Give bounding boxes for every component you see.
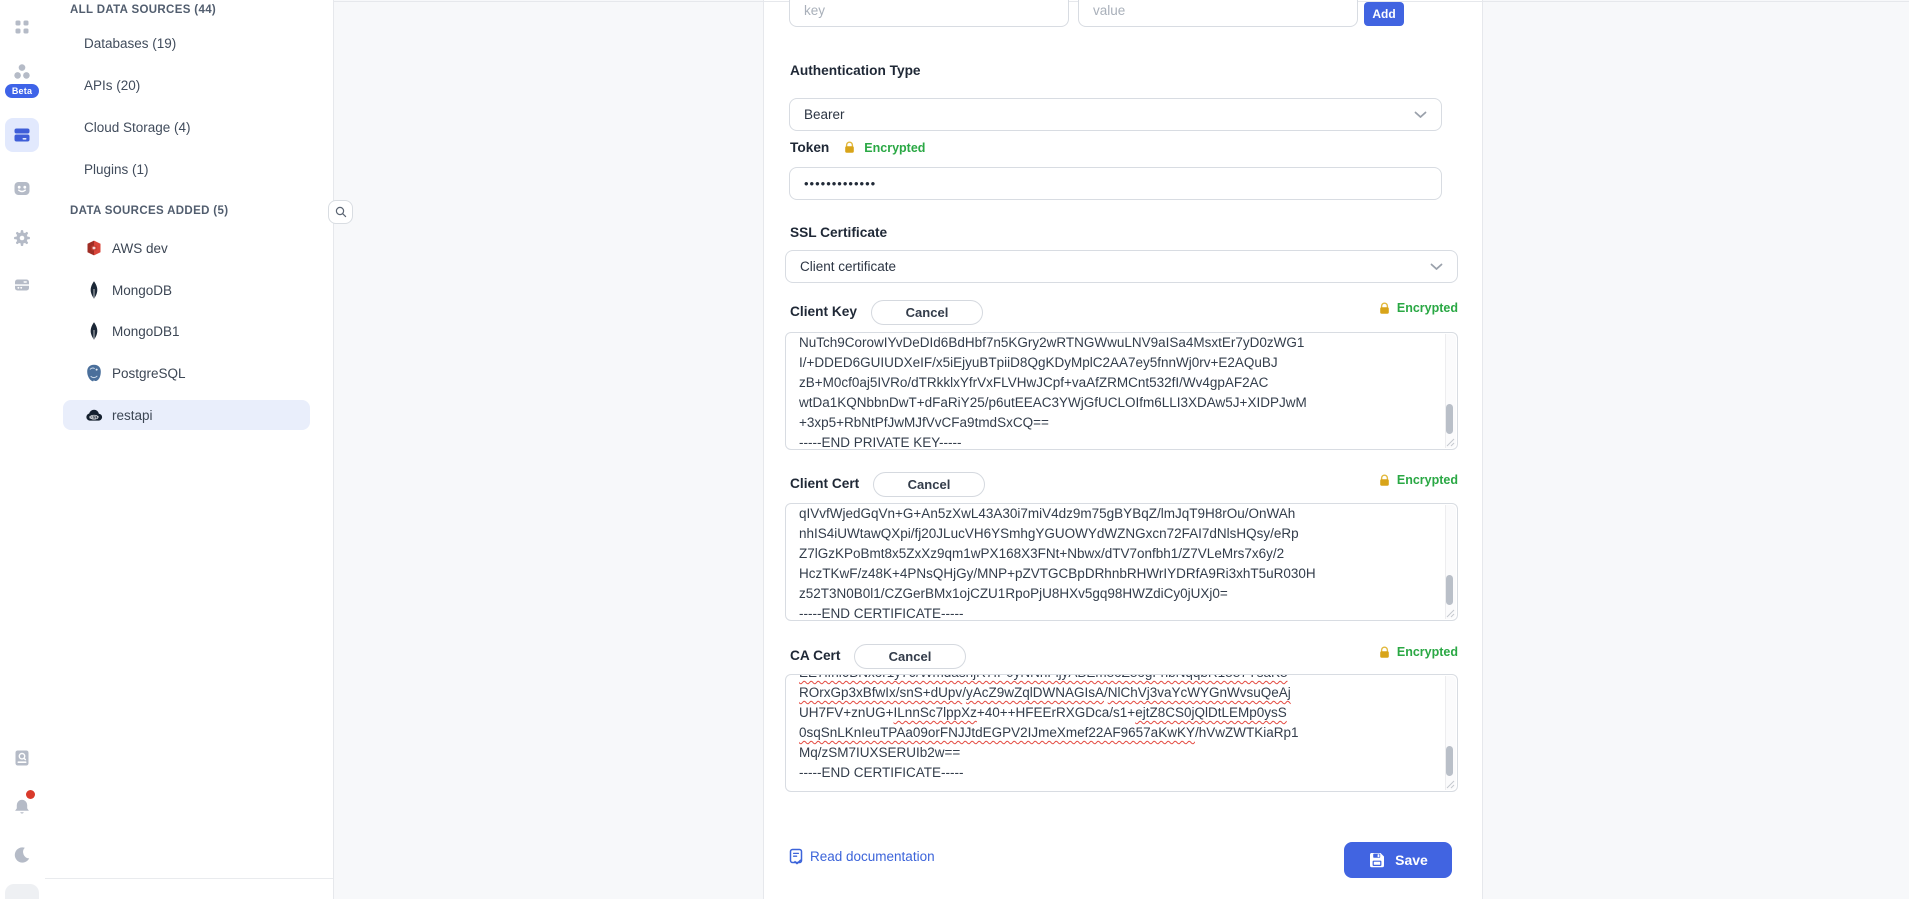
server-icon[interactable] — [5, 268, 39, 302]
ssl-certificate-select[interactable]: Client certificate — [785, 250, 1458, 283]
ca-cert-textarea[interactable]: EE7lfnl6BNxor1y76/WmdashjR7fP0yNNhFijyAB… — [785, 674, 1458, 792]
header-key-input[interactable] — [789, 0, 1069, 27]
assistant-face-icon[interactable] — [5, 171, 39, 205]
content-gap-right — [1483, 0, 1909, 899]
scrollbar-track[interactable] — [1445, 505, 1456, 619]
resize-grip[interactable] — [1445, 608, 1455, 618]
lock-icon — [843, 141, 856, 154]
resize-grip[interactable] — [1445, 437, 1455, 447]
dark-mode-moon-icon[interactable] — [5, 838, 39, 872]
document-icon — [789, 848, 804, 865]
settings-gear-icon[interactable] — [5, 221, 39, 255]
datasource-item-postgresql[interactable]: PostgreSQL — [63, 358, 310, 388]
panel-right-divider — [1482, 0, 1483, 899]
read-documentation-label: Read documentation — [810, 849, 935, 864]
mongodb-icon — [84, 280, 104, 300]
client-key-textarea[interactable]: NuTch9CorowIYvDeDId6BdHbf7n5KGry2wRTNGWw… — [785, 332, 1458, 450]
token-label-row: Token Encrypted — [790, 140, 925, 155]
lock-icon — [1378, 474, 1391, 487]
svg-text:REST: REST — [89, 416, 99, 420]
sidebar-search-button[interactable] — [328, 200, 353, 224]
datasource-label: PostgreSQL — [112, 366, 186, 381]
ca-cert-cancel-button[interactable]: Cancel — [854, 644, 966, 669]
client-cert-cancel-button[interactable]: Cancel — [873, 472, 985, 497]
client-key-cancel-button[interactable]: Cancel — [871, 300, 983, 325]
search-icon — [334, 205, 348, 219]
client-cert-content: qIVvfWjedGqVn+G+An5zXwL43A30i7miV4dz9m75… — [786, 504, 1444, 620]
apps-grid-icon[interactable] — [5, 10, 39, 44]
datasource-label: MongoDB1 — [112, 324, 180, 339]
sidebar-item-plugins[interactable]: Plugins (1) — [84, 162, 149, 177]
ssl-certificate-value: Client certificate — [800, 259, 896, 274]
scrollbar-track[interactable] — [1445, 334, 1456, 448]
sidebar-item-cloud-storage[interactable]: Cloud Storage (4) — [84, 120, 191, 135]
mongodb-icon — [84, 321, 104, 341]
sidebar-item-databases[interactable]: Databases (19) — [84, 36, 176, 51]
resize-grip[interactable] — [1445, 779, 1455, 789]
save-button-label: Save — [1395, 852, 1428, 868]
save-button[interactable]: Save — [1344, 842, 1452, 878]
lock-icon — [1378, 646, 1391, 659]
client-cert-encrypted-badge: Encrypted — [1378, 473, 1458, 487]
lock-icon — [1378, 302, 1391, 315]
ca-cert-content: EE7lfnl6BNxor1y76/WmdashjR7fP0yNNhFijyAB… — [786, 675, 1444, 791]
postgresql-icon — [84, 363, 104, 383]
sidebar-item-apis[interactable]: APIs (20) — [84, 78, 140, 93]
notification-dot — [26, 790, 35, 799]
header-value-input[interactable] — [1078, 0, 1358, 27]
datasource-item-aws-dev[interactable]: AWS dev — [63, 233, 310, 263]
token-input[interactable] — [789, 167, 1442, 200]
left-rail: Beta — [0, 0, 45, 899]
datasource-item-mongodb1[interactable]: MongoDB1 — [63, 316, 310, 346]
scrollbar-track[interactable] — [1445, 676, 1456, 790]
chevron-down-icon — [1414, 111, 1427, 119]
scrollbar-thumb[interactable] — [1446, 404, 1453, 434]
datasource-label: restapi — [112, 408, 153, 423]
client-key-encrypted-badge: Encrypted — [1378, 301, 1458, 315]
panel-left-divider — [763, 0, 764, 899]
read-documentation-link[interactable]: Read documentation — [789, 848, 935, 865]
scrollbar-thumb[interactable] — [1446, 746, 1453, 776]
sidebar-footer-divider — [45, 878, 333, 879]
ca-cert-label: CA Cert — [790, 648, 840, 663]
auth-type-select[interactable]: Bearer — [789, 98, 1442, 131]
data-sources-sidebar: ALL DATA SOURCES (44) Databases (19) API… — [45, 0, 333, 899]
app-window: Beta — [0, 0, 1909, 899]
auth-type-value: Bearer — [804, 107, 845, 122]
datasource-item-mongodb[interactable]: MongoDB — [63, 275, 310, 305]
beta-badge: Beta — [5, 84, 39, 98]
rest-cloud-icon: REST — [84, 405, 104, 425]
scrollbar-thumb[interactable] — [1446, 575, 1453, 605]
aws-icon — [84, 238, 104, 258]
avatar[interactable] — [5, 884, 39, 899]
datasource-label: AWS dev — [112, 241, 168, 256]
ca-cert-encrypted-badge: Encrypted — [1378, 645, 1458, 659]
datasource-item-restapi[interactable]: REST restapi — [63, 400, 310, 430]
token-label: Token — [790, 140, 829, 155]
section-header-all-data-sources: ALL DATA SOURCES (44) — [70, 4, 216, 16]
ssl-certificate-label: SSL Certificate — [790, 225, 887, 240]
client-key-label: Client Key — [790, 304, 857, 319]
sidebar-divider — [333, 0, 334, 899]
add-header-button[interactable]: Add — [1364, 2, 1404, 26]
section-header-data-sources-added: DATA SOURCES ADDED (5) — [70, 205, 228, 217]
docs-search-icon[interactable] — [5, 741, 39, 775]
client-key-content: NuTch9CorowIYvDeDId6BdHbf7n5KGry2wRTNGWw… — [786, 333, 1444, 449]
content-gap-left — [334, 0, 763, 899]
client-cert-textarea[interactable]: qIVvfWjedGqVn+G+An5zXwL43A30i7miV4dz9m75… — [785, 503, 1458, 621]
datasource-label: MongoDB — [112, 283, 172, 298]
auth-type-label: Authentication Type — [790, 63, 921, 78]
token-encrypted-badge: Encrypted — [864, 141, 925, 155]
data-sources-icon[interactable] — [5, 118, 39, 152]
chevron-down-icon — [1430, 263, 1443, 271]
save-floppy-icon — [1368, 851, 1386, 869]
client-cert-label: Client Cert — [790, 476, 859, 491]
